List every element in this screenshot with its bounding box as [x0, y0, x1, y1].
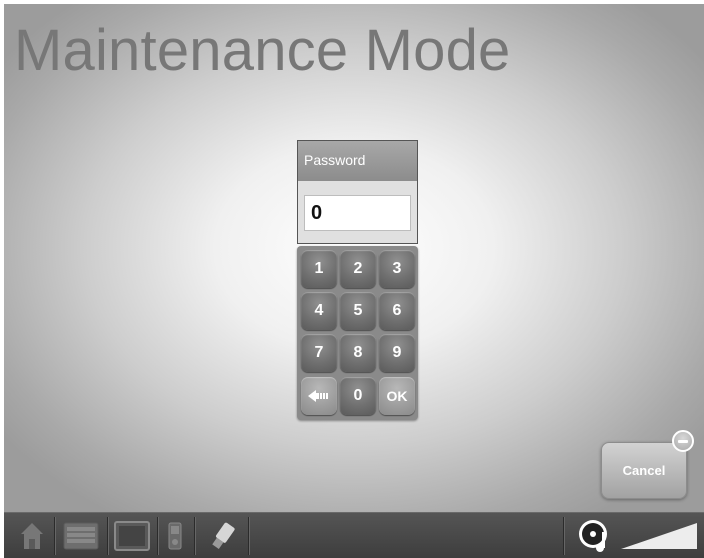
ok-key[interactable]: OK	[379, 377, 415, 415]
minus-icon[interactable]	[672, 430, 694, 452]
key-8[interactable]: 8	[340, 334, 376, 372]
password-label: Password	[298, 141, 417, 181]
key-4[interactable]: 4	[301, 292, 337, 330]
password-field[interactable]: 0	[304, 195, 411, 231]
volume-level-icon[interactable]	[620, 519, 698, 553]
key-7[interactable]: 7	[301, 334, 337, 372]
taskbar	[4, 512, 704, 558]
cancel-button[interactable]: Cancel	[601, 442, 687, 499]
key-2[interactable]: 2	[340, 250, 376, 288]
monitor-icon[interactable]	[113, 519, 151, 553]
backspace-key[interactable]	[301, 377, 337, 415]
usb-drive-icon[interactable]	[205, 519, 241, 553]
maintenance-screen: Maintenance Mode Password 0 1 2 3 4 5 6 …	[4, 4, 704, 558]
key-0[interactable]: 0	[340, 377, 376, 415]
key-6[interactable]: 6	[379, 292, 415, 330]
key-9[interactable]: 9	[379, 334, 415, 372]
key-3[interactable]: 3	[379, 250, 415, 288]
key-1[interactable]: 1	[301, 250, 337, 288]
keyboard-icon[interactable]	[61, 519, 101, 553]
home-icon[interactable]	[16, 519, 48, 553]
media-player-icon[interactable]	[163, 519, 187, 553]
numeric-keypad: 1 2 3 4 5 6 7 8 9 0 OK	[297, 246, 418, 420]
backspace-arrow-icon	[308, 390, 328, 402]
key-5[interactable]: 5	[340, 292, 376, 330]
page-title: Maintenance Mode	[14, 18, 511, 83]
music-note-icon[interactable]	[575, 519, 615, 553]
password-dialog: Password 0	[297, 140, 418, 244]
